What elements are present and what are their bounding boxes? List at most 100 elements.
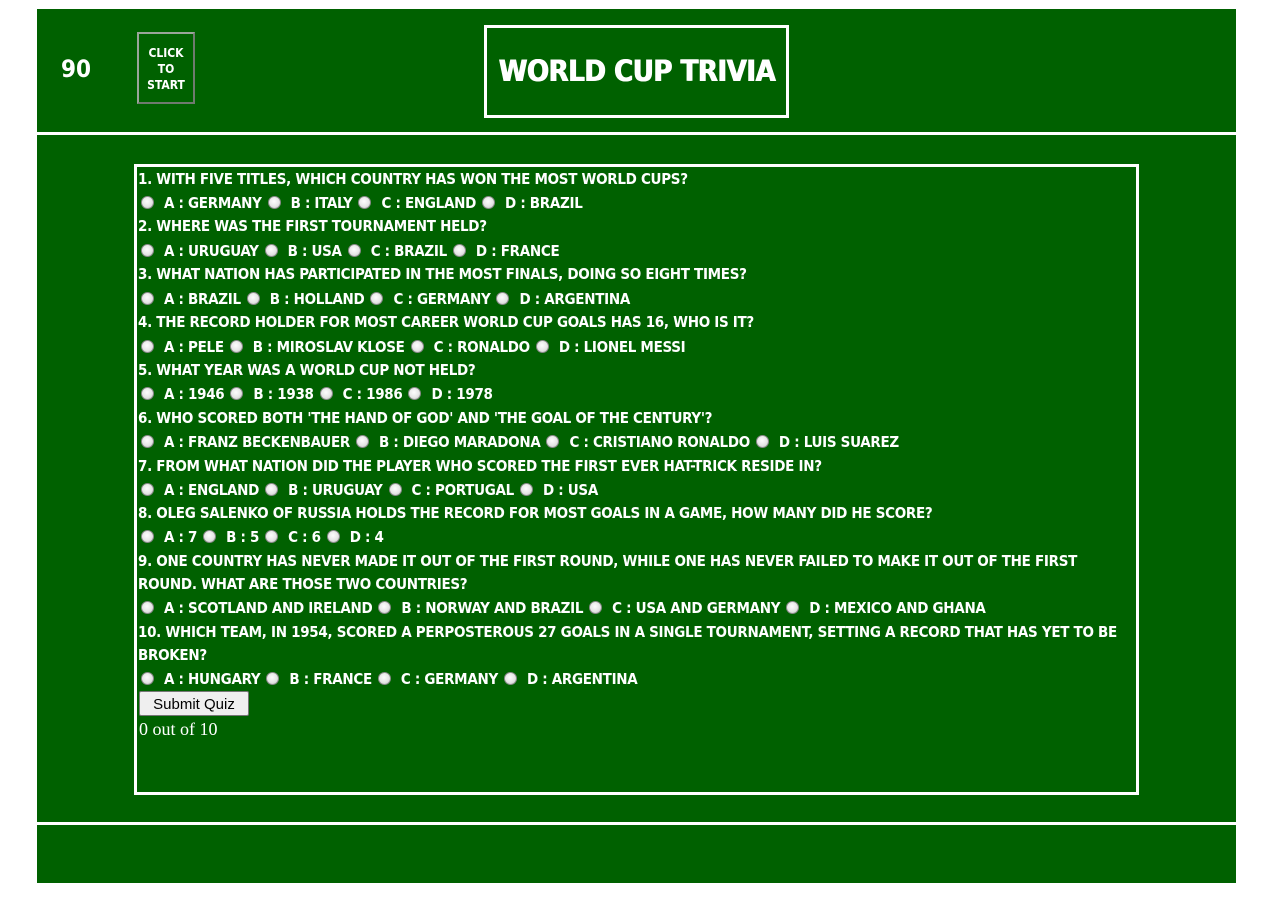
radio-button[interactable] [326,530,340,543]
answer-label: C : BRAZIL [370,242,448,260]
radio-button[interactable] [141,601,154,614]
answer-option[interactable]: D : 4 [326,526,384,548]
answer-label: D : LUIS SUAREZ [778,433,899,451]
answer-option[interactable]: D : ARGENTINA [503,668,638,690]
question-options-6: A : FRANZ BECKENBAUER B : DIEGO MARADONA C… [141,431,905,453]
radio-button[interactable] [266,672,280,685]
answer-option[interactable]: D : FRANCE [452,240,560,262]
radio-button[interactable] [408,387,422,400]
question-text-6: 6. Who scored both 'the hand of god' and… [138,409,713,427]
answer-option[interactable]: D : MEXICO AND GHANA [786,597,986,619]
answer-option[interactable]: B : DIEGO MARADONA [355,431,541,453]
answer-option[interactable]: A : ENGLAND [141,479,259,501]
question-text-8: 8. Oleg Salenko of Russia holds the reco… [138,504,933,522]
answer-option[interactable]: A : 1946 [141,383,225,405]
radio-button[interactable] [141,196,154,209]
radio-button[interactable] [755,435,769,448]
radio-button[interactable] [347,244,361,257]
answer-option[interactable]: C : 6 [265,526,321,548]
footer-divider [37,822,1236,825]
radio-button[interactable] [535,340,549,353]
radio-button[interactable] [378,601,392,614]
radio-button[interactable] [141,244,154,257]
radio-button[interactable] [358,196,372,209]
radio-button[interactable] [141,292,154,305]
answer-option[interactable]: A : SCOTLAND AND IRELAND [141,597,373,619]
answer-option[interactable]: B : ITALY [267,192,353,214]
radio-button[interactable] [589,601,603,614]
question-options-9: A : SCOTLAND AND IRELAND B : NORWAY AND B… [141,597,992,619]
answer-option[interactable]: A : URUGUAY [141,240,259,262]
radio-button[interactable] [370,292,384,305]
answer-option[interactable]: C : PORTUGAL [388,479,514,501]
answer-option[interactable]: A : HUNGARY [141,668,261,690]
answer-option[interactable]: B : USA [264,240,342,262]
answer-option[interactable]: C : RONALDO [410,336,530,358]
answer-option[interactable]: C : GERMANY [370,288,491,310]
radio-button[interactable] [482,196,496,209]
answer-option[interactable]: B : URUGUAY [265,479,383,501]
answer-option[interactable]: C : GERMANY [377,668,498,690]
radio-button[interactable] [319,387,333,400]
answer-option[interactable]: D : BRAZIL [482,192,583,214]
radio-button[interactable] [519,483,533,496]
answer-option[interactable]: A : 7 [141,526,197,548]
radio-button[interactable] [452,244,466,257]
start-button[interactable]: CLICK TO START [137,32,195,104]
radio-button[interactable] [141,530,154,543]
radio-button[interactable] [230,387,244,400]
answer-option[interactable]: C : USA AND GERMANY [589,597,781,619]
radio-button[interactable] [141,435,154,448]
answer-option[interactable]: A : BRAZIL [141,288,241,310]
radio-button[interactable] [265,483,279,496]
answer-option[interactable]: B : 5 [203,526,259,548]
radio-button[interactable] [786,601,800,614]
answer-option[interactable]: C : 1986 [319,383,403,405]
answer-option[interactable]: B : FRANCE [266,668,372,690]
radio-button[interactable] [503,672,517,685]
radio-button[interactable] [141,340,154,353]
radio-button[interactable] [141,483,154,496]
question-text-1: 1. With five titles, which country has w… [138,170,688,188]
answer-option[interactable]: D : USA [519,479,598,501]
radio-button[interactable] [264,244,278,257]
radio-button[interactable] [246,292,260,305]
answer-option[interactable]: A : PELE [141,336,224,358]
answer-option[interactable]: D : LIONEL MESSI [535,336,686,358]
answer-label: C : 6 [288,528,321,546]
answer-label: A : HUNGARY [164,670,261,688]
radio-button[interactable] [496,292,510,305]
answer-option[interactable]: B : NORWAY AND BRAZIL [378,597,583,619]
radio-button[interactable] [267,196,281,209]
answer-option[interactable]: B : HOLLAND [246,288,365,310]
answer-option[interactable]: D : ARGENTINA [496,288,630,310]
radio-button[interactable] [410,340,424,353]
radio-button[interactable] [546,435,560,448]
radio-button[interactable] [141,672,154,685]
submit-quiz-button[interactable]: Submit Quiz [139,691,249,716]
question-text-10: 10. Which team, in 1954, scored a perpos… [138,623,1117,664]
radio-button[interactable] [265,530,279,543]
answer-option[interactable]: A : FRANZ BECKENBAUER [141,431,350,453]
page-title: WORLD CUP TRIVIA [498,54,775,88]
answer-label: D : 4 [349,528,384,546]
quiz-form: 1. With five titles, which country has w… [134,164,1139,795]
radio-button[interactable] [141,387,154,400]
question-text-4: 4. The record holder for most career wor… [138,313,754,331]
answer-option[interactable]: C : ENGLAND [358,192,476,214]
radio-button[interactable] [203,530,217,543]
radio-button[interactable] [355,435,369,448]
answer-option[interactable]: B : MIROSLAV KLOSE [229,336,405,358]
radio-button[interactable] [229,340,243,353]
answer-option[interactable]: C : BRAZIL [347,240,448,262]
answer-option[interactable]: A : GERMANY [141,192,262,214]
header-divider [37,132,1236,135]
answer-option[interactable]: C : CRISTIANO RONALDO [546,431,750,453]
answer-label: C : GERMANY [393,290,491,308]
radio-button[interactable] [388,483,402,496]
answer-option[interactable]: D : LUIS SUAREZ [755,431,899,453]
answer-option[interactable]: B : 1938 [230,383,314,405]
answer-option[interactable]: D : 1978 [408,383,493,405]
question-options-7: A : ENGLAND B : URUGUAY C : PORTUGAL D : US… [141,479,604,501]
radio-button[interactable] [377,672,391,685]
